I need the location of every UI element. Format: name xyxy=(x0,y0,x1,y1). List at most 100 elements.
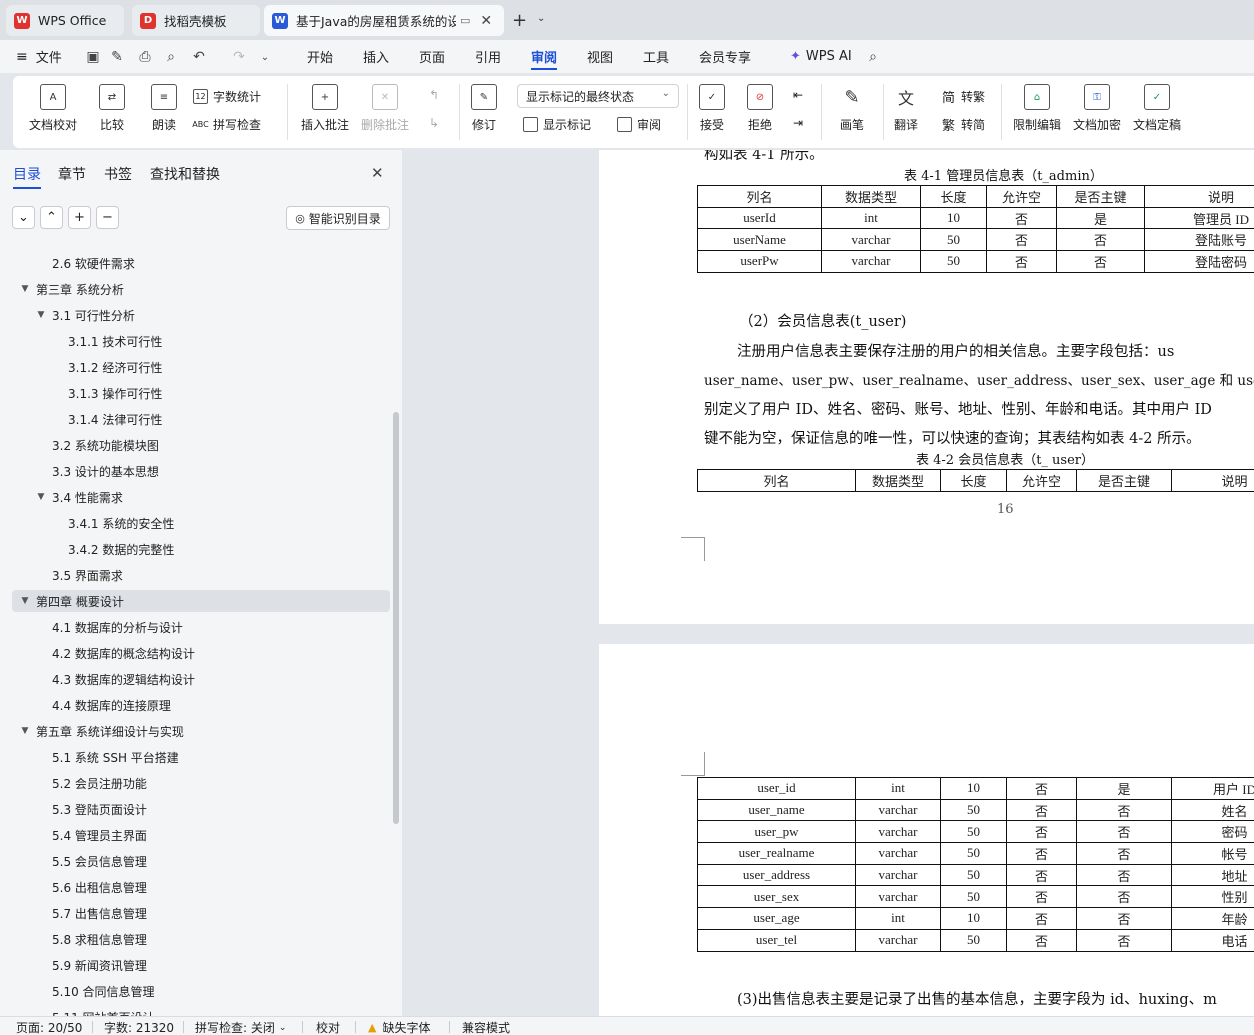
toc-item[interactable]: 5.3 登陆页面设计 xyxy=(36,798,147,820)
tab-list-chevron-icon[interactable]: ⌄ xyxy=(537,13,545,24)
file-menu[interactable]: ≡ 文件 xyxy=(16,40,62,73)
toc-item[interactable]: 3.5 界面需求 xyxy=(36,564,123,586)
proof-status[interactable]: 校对 xyxy=(316,1019,340,1035)
toc-item[interactable]: ▼ 3.1 可行性分析 xyxy=(36,304,135,326)
toc-item[interactable]: 5.6 出租信息管理 xyxy=(36,876,147,898)
toc-item[interactable]: 4.2 数据库的概念结构设计 xyxy=(36,642,195,664)
read-aloud-button[interactable]: ≡ 朗读 xyxy=(151,84,177,133)
print-icon[interactable]: ⎙ xyxy=(136,48,154,66)
toc-item[interactable]: 5.9 新闻资讯管理 xyxy=(36,954,147,976)
customize-chevron-icon[interactable]: ⌄ xyxy=(256,48,274,66)
toc-item[interactable]: 5.1 系统 SSH 平台搭建 xyxy=(36,746,179,768)
spell-check-status[interactable]: 拼写检查: 关闭 ⌄ xyxy=(195,1019,286,1035)
show-markup-button[interactable]: 显示标记 xyxy=(523,116,591,133)
expand-triangle-icon[interactable]: ▼ xyxy=(36,310,46,320)
review-pane-button[interactable]: 审阅 xyxy=(617,116,661,133)
next-change-icon[interactable]: ⇥ xyxy=(793,116,803,130)
toc-item[interactable]: 3.1.2 经济可行性 xyxy=(52,356,162,378)
pen-share-icon[interactable]: ✎ xyxy=(108,48,126,66)
pen-button[interactable]: ✎ 画笔 xyxy=(839,84,865,133)
toc-item[interactable]: 5.4 管理员主界面 xyxy=(36,824,147,846)
undo-icon[interactable]: ↶ xyxy=(190,48,208,66)
translate-button[interactable]: 文翻译 xyxy=(893,84,919,133)
monitor-icon[interactable]: ▭ xyxy=(460,14,470,27)
markup-state-select[interactable]: 显示标记的最终状态 ⌄ xyxy=(517,84,679,108)
menu-review[interactable]: 审阅 xyxy=(531,40,558,73)
toc-item[interactable]: 4.1 数据库的分析与设计 xyxy=(36,616,183,638)
missing-font-status[interactable]: ▲ 缺失字体 xyxy=(368,1019,430,1035)
expand-triangle-icon[interactable]: ▼ xyxy=(36,492,46,502)
expand-triangle-icon[interactable]: ▼ xyxy=(20,596,30,606)
word-count-button[interactable]: 12 字数统计 xyxy=(193,88,261,105)
delete-comment-button[interactable]: ✕ 删除批注 xyxy=(361,84,409,133)
encrypt-document-button[interactable]: ⚿ 文档加密 xyxy=(1073,84,1121,133)
menu-start[interactable]: 开始 xyxy=(307,40,333,73)
convert-simplified-button[interactable]: 繁转简 xyxy=(941,116,985,134)
redo-icon[interactable]: ↷ xyxy=(230,48,248,66)
toc-item[interactable]: ▼ 第四章 概要设计 xyxy=(12,590,390,612)
nav-tab-toc[interactable]: 目录 xyxy=(13,164,41,189)
toc-item[interactable]: 2.6 软硬件需求 xyxy=(36,252,135,274)
insert-comment-button[interactable]: + 插入批注 xyxy=(301,84,349,133)
convert-traditional-button[interactable]: 简转繁 xyxy=(941,88,985,106)
finalize-document-button[interactable]: ✓ 文档定稿 xyxy=(1133,84,1181,133)
spell-check-button[interactable]: ABC 拼写检查 xyxy=(192,116,261,133)
compare-button[interactable]: ⇄ 比较 xyxy=(99,84,125,133)
smart-toc-button[interactable]: ◎ 智能识别目录 xyxy=(286,206,390,230)
nav-tab-chapters[interactable]: 章节 xyxy=(58,164,86,184)
track-changes-button[interactable]: ✎ 修订 xyxy=(471,84,497,133)
add-heading-button[interactable]: + xyxy=(68,206,91,229)
toc-item[interactable]: 5.7 出售信息管理 xyxy=(36,902,147,924)
menu-view[interactable]: 视图 xyxy=(587,40,613,73)
restrict-editing-button[interactable]: ⌂ 限制编辑 xyxy=(1013,84,1061,133)
toc-item[interactable]: 5.5 会员信息管理 xyxy=(36,850,147,872)
expand-up-button[interactable]: ⌃ xyxy=(40,206,63,229)
toc-item[interactable]: ▼ 第三章 系统分析 xyxy=(20,278,124,300)
menu-page[interactable]: 页面 xyxy=(419,40,445,73)
menu-membership[interactable]: 会员专享 xyxy=(699,40,751,73)
tab-wps-office[interactable]: W WPS Office xyxy=(6,5,124,36)
word-count-indicator[interactable]: 字数: 21320 xyxy=(104,1019,174,1035)
toc-item[interactable]: 3.2 系统功能模块图 xyxy=(36,434,159,456)
toc-item[interactable]: 4.4 数据库的连接原理 xyxy=(36,694,171,716)
toc-item[interactable]: 3.4.2 数据的完整性 xyxy=(52,538,174,560)
wps-ai-button[interactable]: ✦ WPS AI xyxy=(790,40,852,73)
nav-tab-find-replace[interactable]: 查找和替换 xyxy=(150,164,220,184)
toc-item[interactable]: 5.2 会员注册功能 xyxy=(36,772,147,794)
toc-item[interactable]: 3.3 设计的基本思想 xyxy=(36,460,159,482)
print-preview-icon[interactable]: ⌕ xyxy=(162,48,180,66)
nav-tab-bookmarks[interactable]: 书签 xyxy=(104,164,132,184)
collapse-all-button[interactable]: ⌄ xyxy=(12,206,35,229)
accept-button[interactable]: ✓ 接受 xyxy=(699,84,725,133)
toc-item[interactable]: ▼ 第五章 系统详细设计与实现 xyxy=(20,720,184,742)
reject-button[interactable]: ⊘ 拒绝 xyxy=(747,84,773,133)
prev-change-icon[interactable]: ⇤ xyxy=(793,88,803,102)
menu-insert[interactable]: 插入 xyxy=(363,40,389,73)
next-comment-icon[interactable]: ↳ xyxy=(429,116,439,130)
toc-item[interactable]: 3.4.1 系统的安全性 xyxy=(52,512,174,534)
expand-triangle-icon[interactable]: ▼ xyxy=(20,726,30,736)
toc-item[interactable]: 5.8 求租信息管理 xyxy=(36,928,147,950)
close-tab-icon[interactable]: ✕ xyxy=(480,13,492,29)
save-icon[interactable]: ▣ xyxy=(84,48,102,66)
scrollbar[interactable] xyxy=(393,412,399,824)
prev-comment-icon[interactable]: ↰ xyxy=(429,88,439,102)
table-cell: 否 xyxy=(1006,798,1077,822)
proofread-button[interactable]: A 文档校对 xyxy=(29,84,77,133)
menu-reference[interactable]: 引用 xyxy=(475,40,501,73)
menu-tools[interactable]: 工具 xyxy=(643,40,669,73)
toc-item[interactable]: 3.1.4 法律可行性 xyxy=(52,408,162,430)
tab-document[interactable]: W 基于Java的房屋租赁系统的设计 ▭ ✕ xyxy=(264,5,504,36)
remove-heading-button[interactable]: − xyxy=(96,206,119,229)
close-pane-icon[interactable]: ✕ xyxy=(371,164,384,182)
toc-item[interactable]: 5.10 合同信息管理 xyxy=(36,980,155,1002)
tab-docer-templates[interactable]: D 找稻壳模板 xyxy=(132,5,260,36)
toc-item[interactable]: ▼ 3.4 性能需求 xyxy=(36,486,123,508)
toc-item[interactable]: 3.1.1 技术可行性 xyxy=(52,330,162,352)
toc-item[interactable]: 4.3 数据库的逻辑结构设计 xyxy=(36,668,195,690)
new-tab-icon[interactable]: + xyxy=(512,10,527,31)
expand-triangle-icon[interactable]: ▼ xyxy=(20,284,30,294)
toc-item[interactable]: 3.1.3 操作可行性 xyxy=(52,382,162,404)
search-icon[interactable]: ⌕ xyxy=(864,48,882,66)
page-indicator[interactable]: 页面: 20/50 xyxy=(16,1019,82,1035)
